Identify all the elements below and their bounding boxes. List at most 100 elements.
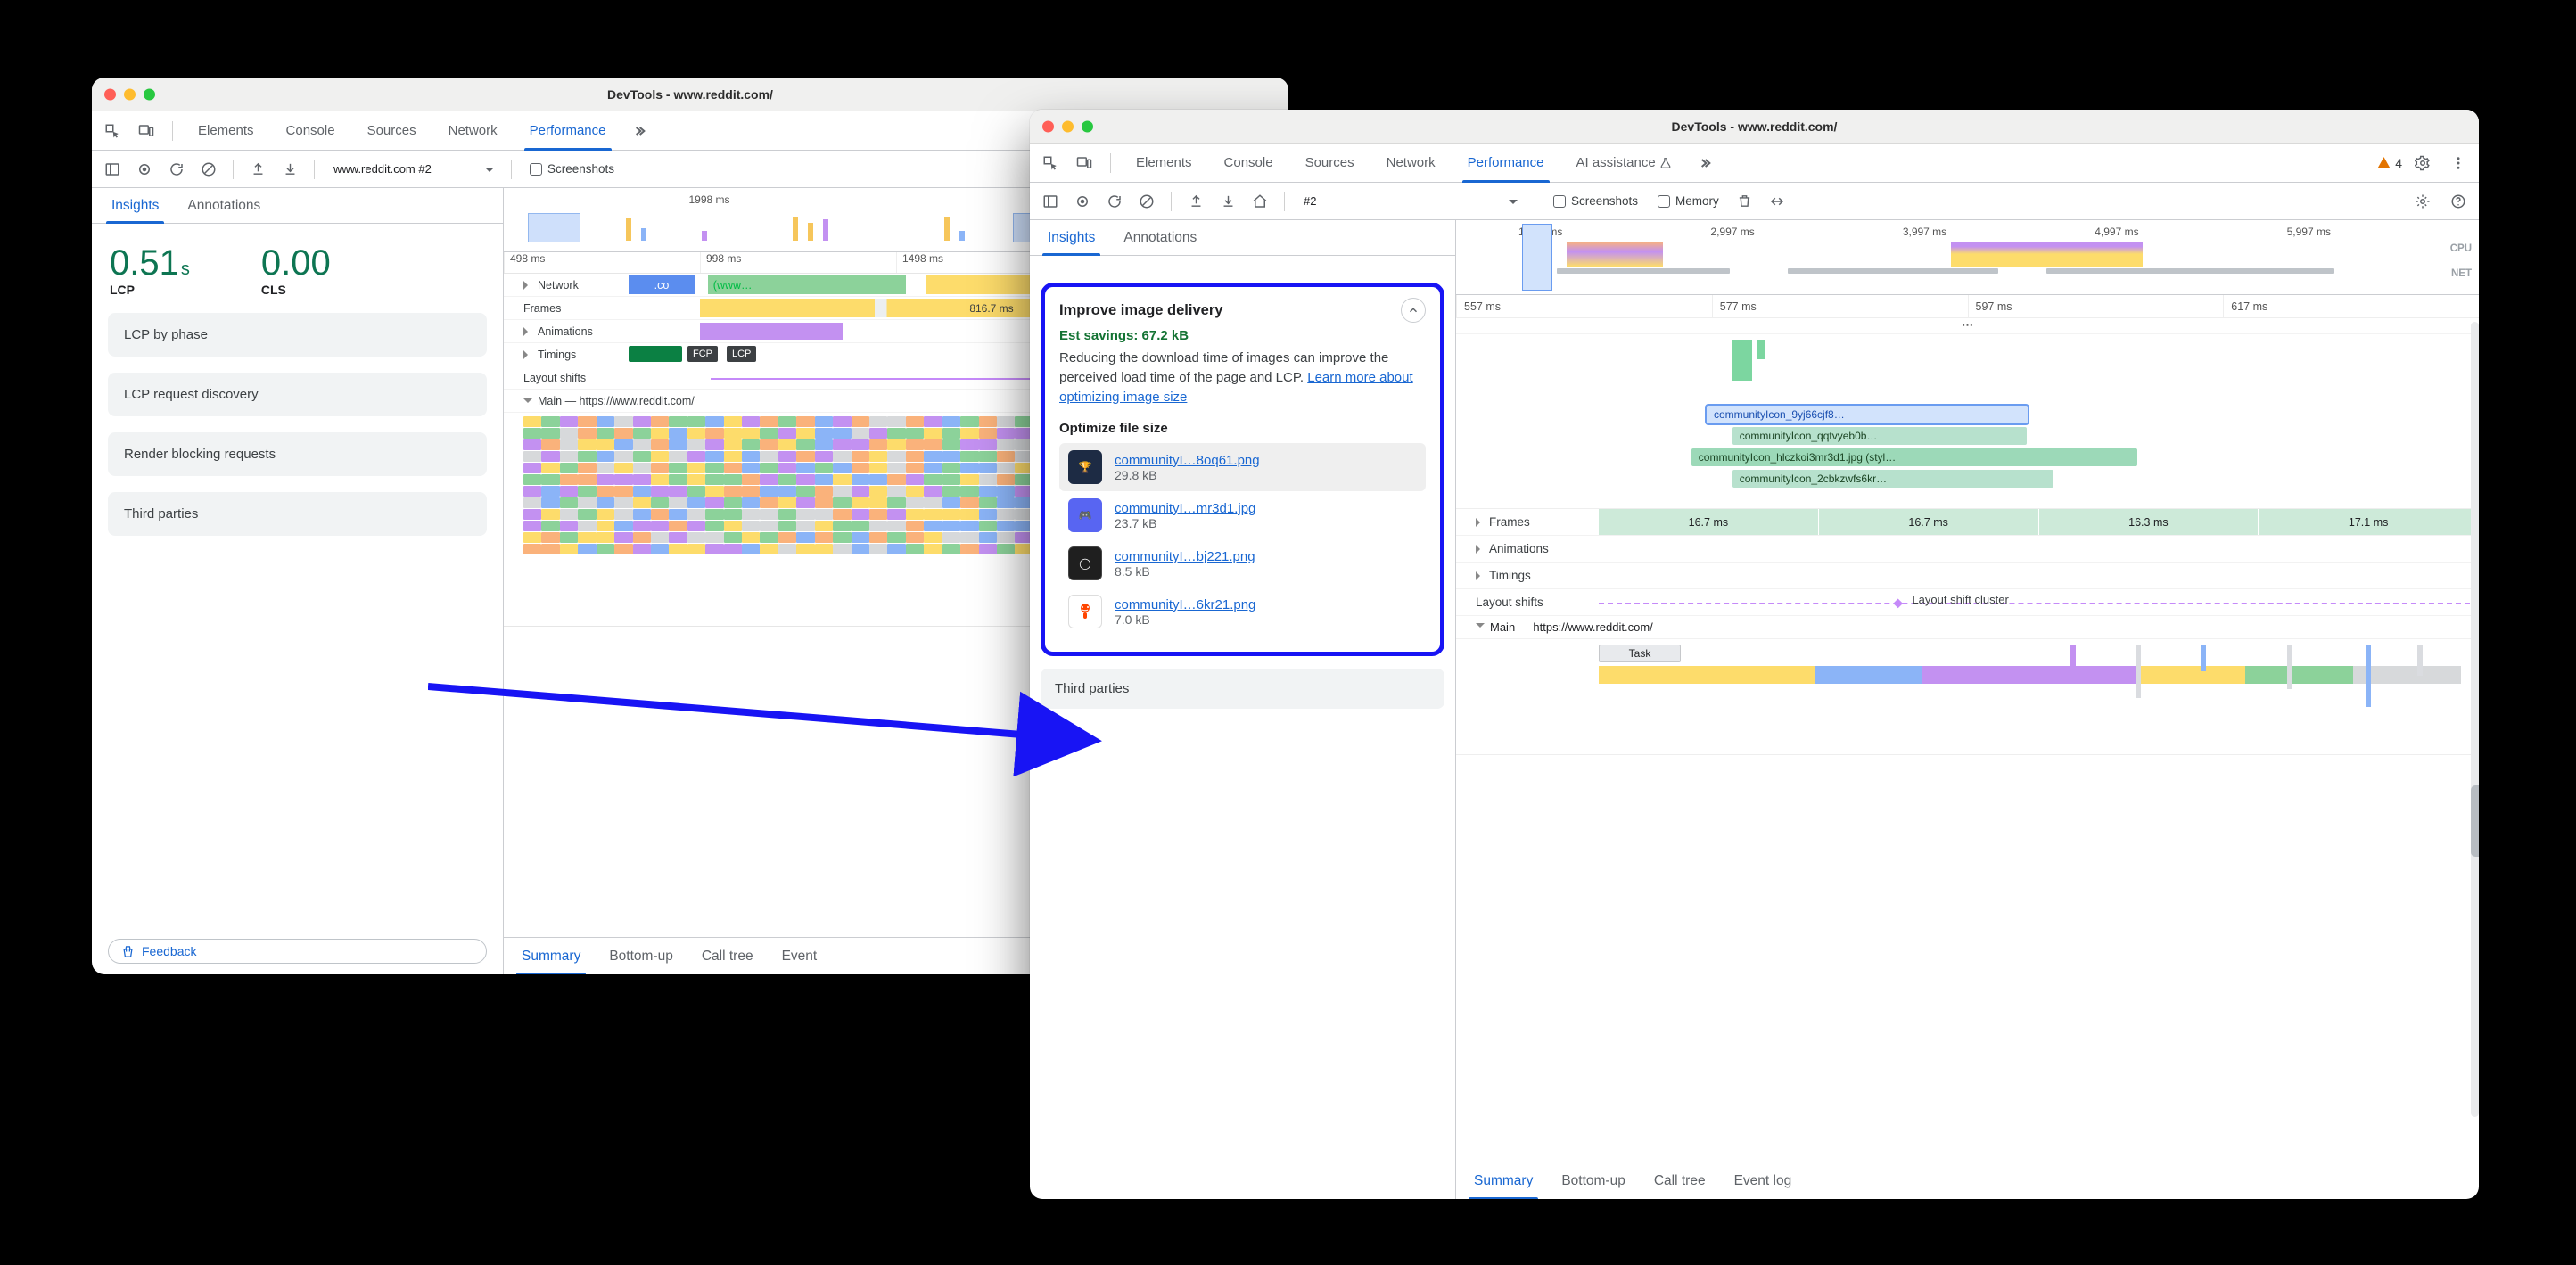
subtab-insights[interactable]: Insights <box>1033 220 1109 255</box>
insight-third-parties[interactable]: Third parties <box>108 492 487 536</box>
image-file-row[interactable]: 🎮 communityI…mr3d1.jpg 23.7 kB <box>1059 491 1426 539</box>
main-tabbar: Elements Console Sources Network Perform… <box>1030 144 2479 183</box>
image-file-row[interactable]: 🏆 communityI…8oq61.png 29.8 kB <box>1059 443 1426 491</box>
divider-icon[interactable] <box>1762 186 1792 217</box>
reload-record-icon[interactable] <box>161 154 192 185</box>
download-profile-icon[interactable] <box>275 154 305 185</box>
track-layout-shifts[interactable]: Layout shifts ◆ Layout shift cluster <box>1456 589 2479 616</box>
device-toggle-icon[interactable] <box>1069 148 1099 178</box>
upload-profile-icon[interactable] <box>243 154 273 185</box>
tab-sources[interactable]: Sources <box>1291 144 1369 182</box>
image-file-link[interactable]: communityI…8oq61.png <box>1115 453 1260 468</box>
details-tab-bottomup[interactable]: Bottom-up <box>1547 1162 1640 1199</box>
tab-sources[interactable]: Sources <box>353 111 431 150</box>
frame-time: 16.7 ms <box>1819 509 2039 535</box>
insight-third-parties[interactable]: Third parties <box>1041 669 1444 709</box>
more-tabs-icon[interactable] <box>624 116 654 146</box>
image-file-row[interactable]: communityI…6kr21.png 7.0 kB <box>1059 587 1426 636</box>
issues-badge[interactable]: 4 <box>2376 155 2402 170</box>
image-file-link[interactable]: communityI…bj221.png <box>1115 549 1255 564</box>
overview-strip[interactable]: 1,997 ms 2,997 ms 3,997 ms 4,997 ms 5,99… <box>1456 220 2479 295</box>
upload-profile-icon[interactable] <box>1181 186 1211 217</box>
insight-lcp-by-phase[interactable]: LCP by phase <box>108 313 487 357</box>
main-flamechart[interactable]: Task <box>1456 639 2479 755</box>
settings-icon[interactable] <box>2407 148 2438 178</box>
image-file-size: 7.0 kB <box>1115 612 1255 627</box>
feedback-button[interactable]: Feedback <box>108 939 487 964</box>
home-icon[interactable] <box>1245 186 1275 217</box>
more-tabs-icon[interactable] <box>1690 148 1720 178</box>
record-icon[interactable] <box>129 154 160 185</box>
flask-icon <box>1659 157 1672 169</box>
insights-panel: Insights Annotations 0.51s LCP 0.00 CLS … <box>92 188 504 974</box>
tab-network[interactable]: Network <box>434 111 512 150</box>
close-window-button[interactable] <box>104 88 116 100</box>
minimize-window-button[interactable] <box>124 88 136 100</box>
details-tab-calltree[interactable]: Call tree <box>1640 1162 1720 1199</box>
collapse-insight-button[interactable] <box>1401 298 1426 323</box>
download-profile-icon[interactable] <box>1213 186 1243 217</box>
details-tab-bottomup[interactable]: Bottom-up <box>595 938 687 974</box>
image-file-link[interactable]: communityI…mr3d1.jpg <box>1115 501 1255 516</box>
tab-ai-assistance[interactable]: AI assistance <box>1562 144 1686 182</box>
details-tab-eventlog[interactable]: Event <box>768 938 832 974</box>
close-window-button[interactable] <box>1042 120 1054 132</box>
kebab-menu-icon[interactable] <box>2443 148 2473 178</box>
tab-performance[interactable]: Performance <box>1453 144 1559 182</box>
insight-lcp-request-discovery[interactable]: LCP request discovery <box>108 373 487 416</box>
tab-console[interactable]: Console <box>1210 144 1288 182</box>
maximize-window-button[interactable] <box>144 88 155 100</box>
tab-console[interactable]: Console <box>272 111 350 150</box>
timeline-entry-selected[interactable]: communityIcon_9yj66cjf8… <box>1707 406 2028 423</box>
maximize-window-button[interactable] <box>1082 120 1093 132</box>
tab-elements[interactable]: Elements <box>1122 144 1206 182</box>
tab-elements[interactable]: Elements <box>184 111 268 150</box>
context-value: #2 <box>1304 194 1316 208</box>
window-titlebar: DevTools - www.reddit.com/ <box>92 78 1288 111</box>
screenshots-checkbox[interactable]: Screenshots <box>1544 194 1647 208</box>
tab-network[interactable]: Network <box>1372 144 1450 182</box>
inspect-element-icon[interactable] <box>97 116 128 146</box>
image-file-link[interactable]: communityI…6kr21.png <box>1115 597 1255 612</box>
context-select[interactable]: #2 <box>1294 189 1526 214</box>
reload-record-icon[interactable] <box>1099 186 1130 217</box>
window-traffic-lights <box>1042 120 1093 132</box>
toggle-sidebar-icon[interactable] <box>97 154 128 185</box>
subtab-annotations[interactable]: Annotations <box>1109 220 1211 255</box>
clear-icon[interactable] <box>1132 186 1162 217</box>
details-tab-calltree[interactable]: Call tree <box>687 938 768 974</box>
context-select[interactable]: www.reddit.com #2 <box>324 157 502 182</box>
trash-icon[interactable] <box>1730 186 1760 217</box>
details-tab-eventlog[interactable]: Event log <box>1720 1162 1806 1199</box>
inspect-element-icon[interactable] <box>1035 148 1066 178</box>
device-toggle-icon[interactable] <box>131 116 161 146</box>
insight-render-blocking[interactable]: Render blocking requests <box>108 432 487 476</box>
timeline-scrollbar[interactable] <box>2471 322 2479 1117</box>
main-thread-label: Main — https://www.reddit.com/ <box>1456 616 2479 639</box>
perf-settings-icon[interactable] <box>2407 186 2438 217</box>
subtab-insights[interactable]: Insights <box>97 188 173 223</box>
record-icon[interactable] <box>1067 186 1098 217</box>
window-titlebar: DevTools - www.reddit.com/ <box>1030 110 2479 144</box>
track-frames[interactable]: Frames 16.7 ms 16.7 ms 16.3 ms 17.1 ms <box>1456 509 2479 536</box>
network-task-area[interactable]: communityIcon_9yj66cjf8… communityIcon_q… <box>1456 334 2479 509</box>
clear-icon[interactable] <box>193 154 224 185</box>
details-tab-summary[interactable]: Summary <box>1460 1162 1547 1199</box>
image-file-row[interactable]: ◯ communityI…bj221.png 8.5 kB <box>1059 539 1426 587</box>
insight-description: Reducing the download time of images can… <box>1059 349 1426 407</box>
screenshots-checkbox[interactable]: Screenshots <box>521 162 623 176</box>
frame-time: 16.3 ms <box>2039 509 2259 535</box>
timeline-entry[interactable]: communityIcon_qqtvyeb0b… <box>1732 427 2027 445</box>
track-animations[interactable]: Animations <box>1456 536 2479 563</box>
help-icon[interactable] <box>2443 186 2473 217</box>
image-thumbnail: ◯ <box>1068 546 1102 580</box>
memory-checkbox[interactable]: Memory <box>1649 194 1728 208</box>
subtab-annotations[interactable]: Annotations <box>173 188 275 223</box>
details-tab-summary[interactable]: Summary <box>507 938 595 974</box>
timeline-entry[interactable]: communityIcon_2cbkzwfs6kr… <box>1732 470 2053 488</box>
timeline-entry[interactable]: communityIcon_hlczkoi3mr3d1.jpg (styl… <box>1691 448 2137 466</box>
toggle-sidebar-icon[interactable] <box>1035 186 1066 217</box>
tab-performance[interactable]: Performance <box>515 111 621 150</box>
minimize-window-button[interactable] <box>1062 120 1074 132</box>
track-timings[interactable]: Timings <box>1456 563 2479 589</box>
